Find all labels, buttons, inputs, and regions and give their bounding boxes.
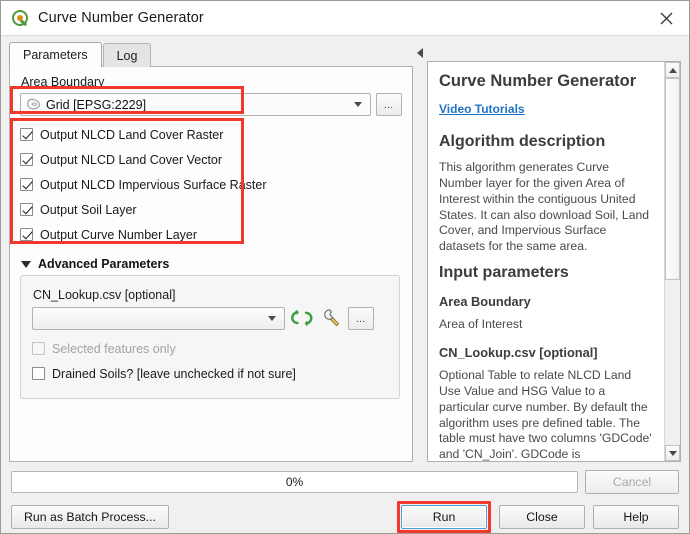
help-algorithm-text: This algorithm generates Curve Number la…: [439, 160, 653, 255]
dialog-body: Parameters Log Area Boundary: [1, 36, 689, 462]
polygon-layer-icon: [26, 98, 41, 111]
parameters-pane: Parameters Log Area Boundary: [9, 42, 413, 462]
checkbox-soil-layer[interactable]: [20, 203, 33, 216]
checkbox-label: Drained Soils? [leave unchecked if not s…: [52, 367, 296, 381]
cancel-button-label: Cancel: [613, 475, 651, 489]
checkbox-drained-soils[interactable]: [32, 367, 45, 380]
checkbox-row-selected-features-only: Selected features only: [32, 336, 388, 361]
close-button[interactable]: Close: [499, 505, 585, 529]
refresh-icon[interactable]: [290, 306, 314, 330]
parameters-scroll-area: Area Boundary Grid [EPSG:2229]: [9, 66, 413, 462]
close-button-label: Close: [526, 510, 557, 524]
tab-log-label: Log: [117, 49, 138, 63]
checkbox-nlcd-land-cover-vector[interactable]: [20, 153, 33, 166]
help-button[interactable]: Help: [593, 505, 679, 529]
qgis-logo-icon: [11, 9, 29, 27]
checkbox-curve-number-layer[interactable]: [20, 228, 33, 241]
help-pane: Curve Number Generator Video Tutorials A…: [427, 61, 681, 462]
tab-parameters[interactable]: Parameters: [9, 42, 102, 67]
checkbox-label: Output NLCD Land Cover Raster: [40, 128, 223, 142]
help-cn-lookup-text: Optional Table to relate NLCD Land Use V…: [439, 368, 653, 461]
scroll-down-icon[interactable]: [665, 445, 680, 461]
checkbox-row-nlcd-land-cover-raster[interactable]: Output NLCD Land Cover Raster: [20, 122, 402, 147]
progress-bar: 0%: [11, 471, 578, 493]
area-boundary-browse-button[interactable]: …: [376, 93, 402, 116]
cn-lookup-row: …: [32, 306, 388, 330]
run-as-batch-process-button[interactable]: Run as Batch Process...: [11, 505, 169, 529]
video-tutorials-link[interactable]: Video Tutorials: [439, 102, 525, 116]
close-icon[interactable]: [649, 3, 683, 33]
checkbox-row-curve-number-layer[interactable]: Output Curve Number Layer: [20, 222, 402, 247]
help-title: Curve Number Generator: [439, 72, 653, 91]
cn-lookup-browse-label: …: [356, 314, 367, 325]
checkbox-label: Output Curve Number Layer: [40, 228, 197, 242]
chevron-down-icon: [354, 102, 362, 107]
tab-strip: Parameters Log: [9, 42, 413, 67]
help-algorithm-heading: Algorithm description: [439, 133, 653, 151]
checkbox-label: Output NLCD Land Cover Vector: [40, 153, 222, 167]
dialog-footer: 0% Cancel Run as Batch Process... Run Cl…: [1, 462, 689, 533]
advanced-parameters-group: CN_Lookup.csv [optional]: [20, 275, 400, 399]
help-cn-lookup-heading: CN_Lookup.csv [optional]: [439, 345, 653, 360]
checkbox-label: Output NLCD Impervious Surface Raster: [40, 178, 266, 192]
checkbox-row-drained-soils[interactable]: Drained Soils? [leave unchecked if not s…: [32, 361, 388, 386]
checkbox-row-soil-layer[interactable]: Output Soil Layer: [20, 197, 402, 222]
advanced-parameters-label: Advanced Parameters: [38, 257, 169, 271]
help-scrollbar-thumb[interactable]: [665, 78, 680, 280]
cn-lookup-browse-button[interactable]: …: [348, 307, 374, 330]
area-boundary-browse-label: …: [384, 100, 395, 111]
chevron-down-icon: [268, 316, 276, 321]
area-boundary-label: Area Boundary: [21, 75, 402, 89]
help-scrollbar[interactable]: [664, 62, 680, 461]
cn-lookup-combo[interactable]: [32, 307, 285, 330]
tab-parameters-label: Parameters: [23, 48, 88, 62]
area-boundary-combo[interactable]: Grid [EPSG:2229]: [20, 93, 371, 116]
checkbox-row-nlcd-land-cover-vector[interactable]: Output NLCD Land Cover Vector: [20, 147, 402, 172]
checkbox-label: Output Soil Layer: [40, 203, 137, 217]
area-boundary-row: Grid [EPSG:2229] …: [20, 93, 402, 116]
scroll-up-icon[interactable]: [665, 62, 680, 78]
button-row: Run as Batch Process... Run Close Help: [11, 501, 679, 533]
tab-log[interactable]: Log: [103, 43, 152, 67]
advanced-parameters-header[interactable]: Advanced Parameters: [21, 257, 402, 271]
output-checkbox-list: Output NLCD Land Cover Raster Output NLC…: [20, 122, 402, 247]
batch-button-label: Run as Batch Process...: [24, 510, 156, 524]
help-area-boundary-heading: Area Boundary: [439, 294, 653, 309]
area-boundary-value: Grid [EPSG:2229]: [46, 98, 146, 112]
checkbox-selected-features-only: [32, 342, 45, 355]
checkbox-nlcd-impervious-surface-raster[interactable]: [20, 178, 33, 191]
progress-text: 0%: [286, 475, 303, 489]
curve-number-generator-dialog: Curve Number Generator Parameters Log Ar…: [0, 0, 690, 534]
help-area-boundary-text: Area of Interest: [439, 317, 653, 333]
help-input-parameters-heading: Input parameters: [439, 264, 653, 282]
collapse-panel-icon[interactable]: [413, 42, 427, 462]
help-content: Curve Number Generator Video Tutorials A…: [428, 62, 664, 461]
cn-lookup-label: CN_Lookup.csv [optional]: [33, 288, 388, 302]
run-button[interactable]: Run: [401, 505, 487, 529]
wrench-icon[interactable]: [319, 306, 343, 330]
progress-row: 0% Cancel: [11, 470, 679, 494]
chevron-down-icon: [21, 261, 31, 268]
title-bar: Curve Number Generator: [1, 1, 689, 36]
window-title: Curve Number Generator: [38, 10, 204, 26]
run-button-label: Run: [433, 510, 456, 524]
checkbox-label: Selected features only: [52, 342, 176, 356]
help-button-label: Help: [623, 510, 648, 524]
help-scrollbar-track[interactable]: [665, 78, 680, 445]
cancel-button[interactable]: Cancel: [585, 470, 679, 494]
checkbox-nlcd-land-cover-raster[interactable]: [20, 128, 33, 141]
run-button-highlight: Run: [397, 501, 491, 533]
checkbox-row-nlcd-impervious-surface-raster[interactable]: Output NLCD Impervious Surface Raster: [20, 172, 402, 197]
